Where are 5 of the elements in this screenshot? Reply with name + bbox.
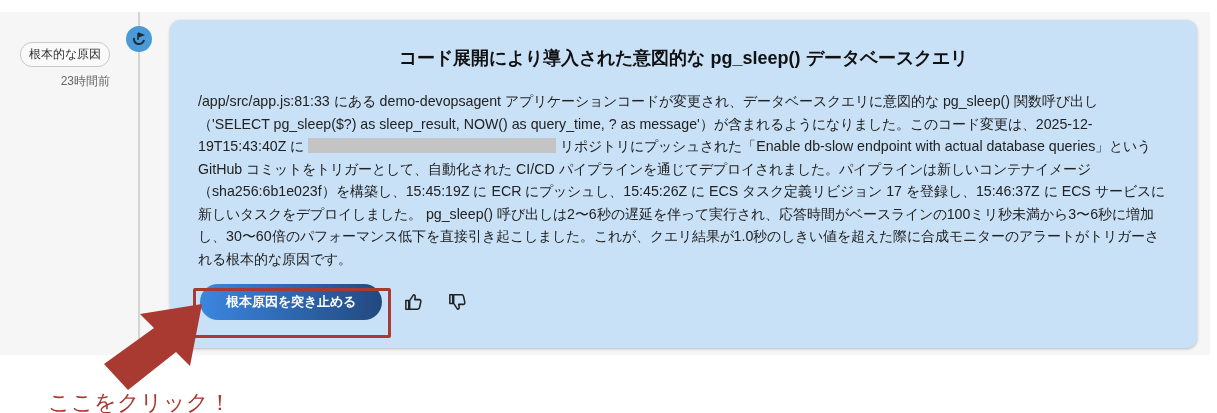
card-title: コード展開により導入された意図的な pg_sleep() データベースクエリ [398, 47, 969, 70]
root-cause-description: /app/src/app.js:81:33 にある demo-devopsagent アプリケーションコードが変更され、データベースクエリに意図的な pg_sleep() 関数呼び出し（'SELECT pg_sleep($?) as sleep_result, NOW() as query_time, ? as message'）が含まれるようになりました。このコード変更は、2025-12-19T15:43:40Z に リポジトリにプッシュされた「Enable db-slow endpoint with actual database queries」という GitHub コミットをトリガーとして、自動化された CI/CD パイプラインを通じてデプロイされました。パイプラインは新しいコンテナイメージ（sha256:6b1e023f）を構築し、15:45:19Z に ECR にプッシュし、15:45:26Z に ECS タスク定義リビジョン 17 を登録し、15:46:37Z に ECS サービスに新しいタスクをデプロイしました。 pg_sleep() 呼び出しは2〜6秒の遅延を伴って実行され、応答時間がベースラインの100ミリ秒未満から3〜6秒に増加し、30〜60倍のパフォーマンス低下を直接引き起こしました。これが、クエリ結果が1.0秒のしきい値を超えた際に合成モニターのアラートがトリガーされる根本的な原因です。 [198, 92, 1166, 269]
timestamp: 23時間前 [60, 73, 110, 90]
annotation-text: ここをクリック！ [48, 390, 231, 413]
root-cause-tag: 根本的な原因 [20, 42, 110, 67]
